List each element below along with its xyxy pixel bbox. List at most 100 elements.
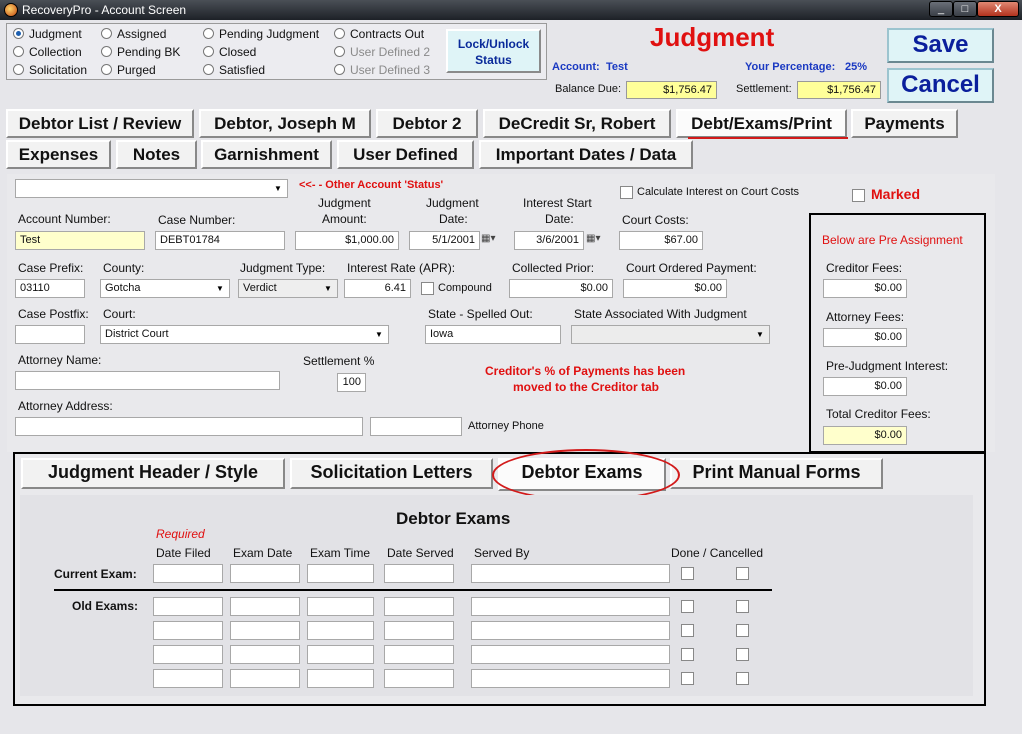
status-solicitation-radio[interactable]: Solicitation	[13, 63, 87, 77]
court-dropdown[interactable]: District Court ▼	[100, 325, 389, 344]
calendar-icon[interactable]: ▦▾	[586, 233, 600, 244]
old-date-served-field[interactable]	[384, 669, 454, 688]
tab-decredit[interactable]: DeCredit Sr, Robert	[483, 109, 671, 138]
old-exam-time-field[interactable]	[307, 621, 374, 640]
tab-important-dates[interactable]: Important Dates / Data	[479, 140, 693, 169]
collected-prior-field[interactable]: $0.00	[509, 279, 613, 298]
prejudgment-field[interactable]: $0.00	[823, 377, 907, 396]
status-pending-judgment-radio[interactable]: Pending Judgment	[203, 27, 319, 41]
subtab-judgment-header[interactable]: Judgment Header / Style	[21, 458, 285, 489]
old-cancelled-checkbox[interactable]	[736, 672, 749, 685]
tab-notes[interactable]: Notes	[116, 140, 197, 169]
old-served-by-field[interactable]	[471, 669, 670, 688]
tab-garnishment[interactable]: Garnishment	[201, 140, 332, 169]
tab-debtor-joseph[interactable]: Debtor, Joseph M	[199, 109, 371, 138]
attorney-phone-field[interactable]	[370, 417, 462, 436]
attorney-fees-field[interactable]: $0.00	[823, 328, 907, 347]
current-exam-date-field[interactable]	[230, 564, 300, 583]
tab-debt-exams-print[interactable]: Debt/Exams/Print	[676, 109, 847, 138]
other-status-dropdown[interactable]: ▼	[15, 179, 288, 198]
settlement-pct-field[interactable]: 100	[337, 373, 366, 392]
current-cancelled-checkbox[interactable]	[736, 567, 749, 580]
judgment-date-field[interactable]: 5/1/2001	[409, 231, 480, 250]
old-date-served-field[interactable]	[384, 621, 454, 640]
old-exam-date-field[interactable]	[230, 669, 300, 688]
state-spelled-field[interactable]: Iowa	[425, 325, 561, 344]
judgment-amount-label-2: Amount:	[322, 212, 367, 226]
tab-debtor-2[interactable]: Debtor 2	[376, 109, 478, 138]
judgment-type-value: Verdict	[243, 282, 277, 294]
tab-expenses[interactable]: Expenses	[6, 140, 111, 169]
tab-debtor-list[interactable]: Debtor List / Review	[6, 109, 194, 138]
state-assoc-dropdown[interactable]: ▼	[571, 325, 770, 344]
subtab-solicitation-letters[interactable]: Solicitation Letters	[290, 458, 493, 489]
current-served-by-field[interactable]	[471, 564, 670, 583]
old-cancelled-checkbox[interactable]	[736, 648, 749, 661]
cancel-button[interactable]: Cancel	[887, 68, 994, 103]
judgment-amount-field[interactable]: $1,000.00	[295, 231, 399, 250]
old-date-served-field[interactable]	[384, 645, 454, 664]
old-date-filed-field[interactable]	[153, 669, 223, 688]
status-collection-radio[interactable]: Collection	[13, 45, 82, 59]
old-date-served-field[interactable]	[384, 597, 454, 616]
subtab-print-manual-forms[interactable]: Print Manual Forms	[670, 458, 883, 489]
compound-checkbox[interactable]	[421, 282, 434, 295]
old-exam-date-field[interactable]	[230, 597, 300, 616]
current-date-served-field[interactable]	[384, 564, 454, 583]
maximize-button[interactable]: □	[953, 1, 977, 17]
status-satisfied-radio[interactable]: Satisfied	[203, 63, 265, 77]
old-exam-time-field[interactable]	[307, 669, 374, 688]
old-served-by-field[interactable]	[471, 621, 670, 640]
old-done-checkbox[interactable]	[681, 648, 694, 661]
col-exam-date: Exam Date	[233, 546, 293, 560]
marked-checkbox[interactable]	[852, 189, 865, 202]
calendar-icon[interactable]: ▦▾	[481, 233, 495, 244]
old-done-checkbox[interactable]	[681, 600, 694, 613]
status-contracts-out-radio[interactable]: Contracts Out	[334, 27, 424, 41]
old-date-filed-field[interactable]	[153, 645, 223, 664]
settlement-pct-label: Settlement %	[303, 354, 375, 368]
case-postfix-field[interactable]	[15, 325, 85, 344]
attorney-address-field[interactable]	[15, 417, 363, 436]
status-judgment-radio[interactable]: Judgment	[13, 27, 82, 41]
creditor-fees-field[interactable]: $0.00	[823, 279, 907, 298]
court-ordered-field[interactable]: $0.00	[623, 279, 727, 298]
old-exam-time-field[interactable]	[307, 645, 374, 664]
current-exam-label: Current Exam:	[54, 567, 137, 581]
old-cancelled-checkbox[interactable]	[736, 600, 749, 613]
interest-start-field[interactable]: 3/6/2001	[514, 231, 584, 250]
current-done-checkbox[interactable]	[681, 567, 694, 580]
old-done-checkbox[interactable]	[681, 672, 694, 685]
status-pending-bk-radio[interactable]: Pending BK	[101, 45, 180, 59]
close-button[interactable]: X	[977, 1, 1019, 17]
old-date-filed-field[interactable]	[153, 597, 223, 616]
old-served-by-field[interactable]	[471, 645, 670, 664]
county-dropdown[interactable]: Gotcha ▼	[100, 279, 230, 298]
current-date-filed-field[interactable]	[153, 564, 223, 583]
status-purged-radio[interactable]: Purged	[101, 63, 156, 77]
status-closed-radio[interactable]: Closed	[203, 45, 256, 59]
tab-user-defined[interactable]: User Defined	[337, 140, 474, 169]
calc-interest-checkbox[interactable]	[620, 186, 633, 199]
lock-unlock-status-button[interactable]: Lock/Unlock Status	[446, 29, 541, 73]
old-exam-date-field[interactable]	[230, 645, 300, 664]
save-button[interactable]: Save	[887, 28, 994, 63]
status-assigned-radio[interactable]: Assigned	[101, 27, 166, 41]
court-costs-field[interactable]: $67.00	[619, 231, 703, 250]
judgment-type-dropdown[interactable]: Verdict ▼	[238, 279, 338, 298]
settlement-value: $1,756.47	[797, 81, 881, 99]
interest-rate-field[interactable]: 6.41	[344, 279, 411, 298]
account-number-field[interactable]: Test	[15, 231, 145, 250]
old-exam-date-field[interactable]	[230, 621, 300, 640]
old-cancelled-checkbox[interactable]	[736, 624, 749, 637]
old-done-checkbox[interactable]	[681, 624, 694, 637]
minimize-button[interactable]: _	[929, 1, 953, 17]
tab-payments[interactable]: Payments	[851, 109, 958, 138]
old-date-filed-field[interactable]	[153, 621, 223, 640]
old-served-by-field[interactable]	[471, 597, 670, 616]
case-number-field[interactable]: DEBT01784	[155, 231, 285, 250]
case-prefix-field[interactable]: 03110	[15, 279, 85, 298]
old-exam-time-field[interactable]	[307, 597, 374, 616]
current-exam-time-field[interactable]	[307, 564, 374, 583]
attorney-name-field[interactable]	[15, 371, 280, 390]
